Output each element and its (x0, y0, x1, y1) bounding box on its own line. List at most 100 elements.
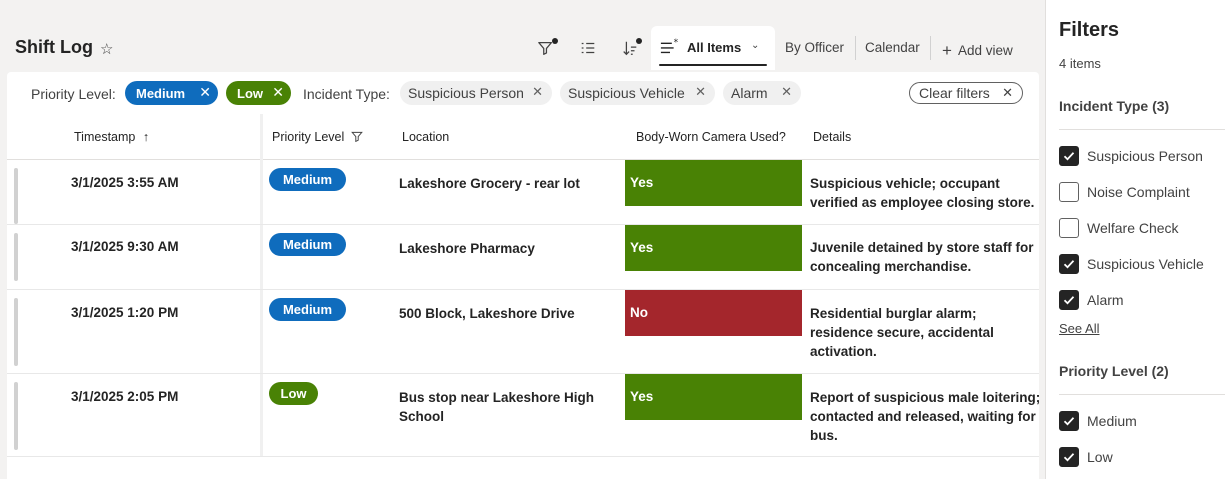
cell-details: Juvenile detained by store staff for con… (810, 240, 1034, 274)
add-view-button[interactable]: + Add view (942, 40, 1013, 60)
cell-camera: Yes (625, 225, 802, 271)
divider (855, 36, 856, 60)
cell-location: Bus stop near Lakeshore High School (399, 390, 595, 424)
favorite-star-icon[interactable]: ☆ (100, 40, 113, 58)
cell-details: Residential burglar alarm; residence sec… (810, 306, 994, 359)
clear-filters-button[interactable]: Clear filters ✕ (909, 82, 1023, 104)
row-handle (14, 298, 18, 366)
tab-all-items[interactable]: * All Items ⌄ (651, 26, 775, 70)
tab-by-officer[interactable]: By Officer (785, 40, 844, 55)
items-count: 4 items (1059, 56, 1101, 71)
group-by-icon[interactable] (578, 38, 598, 58)
incident-filter-label: Incident Type: (303, 86, 390, 102)
checkbox-low[interactable]: Low (1059, 447, 1113, 467)
table-row[interactable]: 3/1/2025 1:20 PM Medium 500 Block, Lakes… (7, 290, 1039, 374)
checkbox-label: Low (1087, 449, 1113, 465)
filter-icon (350, 130, 363, 144)
checkbox-label: Medium (1087, 413, 1137, 429)
cell-location: 500 Block, Lakeshore Drive (399, 306, 575, 321)
column-header-camera[interactable]: Body-Worn Camera Used? (636, 130, 786, 144)
row-handle (14, 382, 18, 450)
priority-badge: Medium (269, 233, 346, 256)
checkbox-suspicious-vehicle[interactable]: Suspicious Vehicle (1059, 254, 1204, 274)
filter-chip-suspicious-person[interactable]: Suspicious Person ✕ (400, 81, 552, 105)
divider (930, 36, 931, 60)
priority-filter-label: Priority Level: (31, 86, 116, 102)
row-handle (14, 168, 18, 224)
close-icon[interactable]: ✕ (272, 84, 284, 101)
table-row[interactable]: 3/1/2025 2:05 PM Low Bus stop near Lakes… (7, 374, 1041, 457)
checkbox-unchecked-icon[interactable] (1059, 182, 1079, 202)
chip-label: Alarm (731, 85, 768, 101)
checkbox-welfare-check[interactable]: Welfare Check (1059, 218, 1179, 238)
filter-icon[interactable] (536, 38, 558, 58)
priority-badge: Medium (269, 298, 346, 321)
cell-details: Report of suspicious male loitering; con… (810, 390, 1041, 443)
cell-timestamp: 3/1/2025 9:30 AM (71, 239, 179, 254)
cell-camera: Yes (625, 160, 802, 206)
incident-type-section[interactable]: Incident Type (3) (1059, 98, 1169, 114)
sort-up-icon: ↑ (142, 130, 150, 144)
see-all-link[interactable]: See All (1059, 321, 1099, 336)
cell-location: Lakeshore Pharmacy (399, 241, 535, 256)
cell-timestamp: 3/1/2025 3:55 AM (71, 175, 179, 190)
command-bar: Shift Log ☆ * All Items ⌄ By Officer Cal… (0, 0, 1045, 72)
tab-underline (659, 64, 767, 66)
cell-timestamp: 3/1/2025 1:20 PM (71, 305, 179, 320)
checkbox-checked-icon[interactable] (1059, 146, 1079, 166)
view-list-icon: * (660, 38, 679, 54)
tab-label: All Items (687, 40, 742, 55)
priority-badge: Medium (269, 168, 346, 191)
close-icon[interactable]: ✕ (781, 84, 792, 100)
checkbox-label: Suspicious Vehicle (1087, 256, 1204, 272)
divider (1059, 394, 1225, 395)
cell-timestamp: 3/1/2025 2:05 PM (71, 389, 179, 404)
divider (1059, 129, 1225, 130)
column-header-priority[interactable]: Priority Level (272, 130, 363, 144)
checkbox-label: Suspicious Person (1087, 148, 1203, 164)
checkbox-checked-icon[interactable] (1059, 447, 1079, 467)
tab-calendar[interactable]: Calendar (865, 40, 920, 55)
checkbox-unchecked-icon[interactable] (1059, 218, 1079, 238)
close-icon[interactable]: ✕ (532, 84, 543, 100)
checkbox-suspicious-person[interactable]: Suspicious Person (1059, 146, 1203, 166)
cell-camera: No (625, 290, 802, 336)
close-icon[interactable]: ✕ (199, 84, 211, 101)
cell-details: Suspicious vehicle; occupant verified as… (810, 176, 1035, 210)
svg-text:*: * (674, 38, 679, 48)
cell-location: Lakeshore Grocery - rear lot (399, 176, 580, 191)
main-area: Shift Log ☆ * All Items ⌄ By Officer Cal… (0, 0, 1045, 479)
filter-pill-medium[interactable]: Medium ✕ (125, 81, 218, 105)
add-view-label: Add view (957, 43, 1013, 58)
checkbox-label: Welfare Check (1087, 220, 1179, 236)
priority-level-section[interactable]: Priority Level (2) (1059, 363, 1169, 379)
table-row[interactable]: 3/1/2025 9:30 AM Medium Lakeshore Pharma… (7, 225, 1039, 290)
checkbox-alarm[interactable]: Alarm (1059, 290, 1124, 310)
close-icon: ✕ (1002, 85, 1013, 100)
checkbox-checked-icon[interactable] (1059, 411, 1079, 431)
plus-icon: + (942, 41, 952, 60)
checkbox-label: Alarm (1087, 292, 1124, 308)
close-icon[interactable]: ✕ (695, 84, 706, 100)
column-header-details[interactable]: Details (813, 130, 851, 144)
chip-label: Suspicious Person (408, 85, 524, 101)
chevron-down-icon[interactable]: ⌄ (751, 40, 759, 51)
filter-chip-alarm[interactable]: Alarm ✕ (723, 81, 801, 105)
page-title: Shift Log (15, 37, 93, 57)
filter-pill-low[interactable]: Low ✕ (226, 81, 291, 105)
checkbox-noise-complaint[interactable]: Noise Complaint (1059, 182, 1190, 202)
table-row[interactable]: 3/1/2025 3:55 AM Medium Lakeshore Grocer… (7, 160, 1039, 225)
pill-label: Low (237, 85, 263, 101)
active-filters-bar: Priority Level: Medium ✕ Low ✕ Incident … (7, 72, 1039, 114)
list-card: Priority Level: Medium ✕ Low ✕ Incident … (7, 72, 1041, 479)
checkbox-medium[interactable]: Medium (1059, 411, 1137, 431)
column-header-timestamp[interactable]: Timestamp ↑ (74, 130, 149, 144)
row-handle (14, 233, 18, 281)
filters-pane: Filters 4 items Incident Type (3) Suspic… (1045, 0, 1225, 479)
checkbox-checked-icon[interactable] (1059, 254, 1079, 274)
filter-chip-suspicious-vehicle[interactable]: Suspicious Vehicle ✕ (560, 81, 715, 105)
checkbox-checked-icon[interactable] (1059, 290, 1079, 310)
sort-icon[interactable] (620, 38, 642, 58)
column-header-location[interactable]: Location (402, 130, 449, 144)
clear-filters-label: Clear filters (919, 85, 990, 101)
